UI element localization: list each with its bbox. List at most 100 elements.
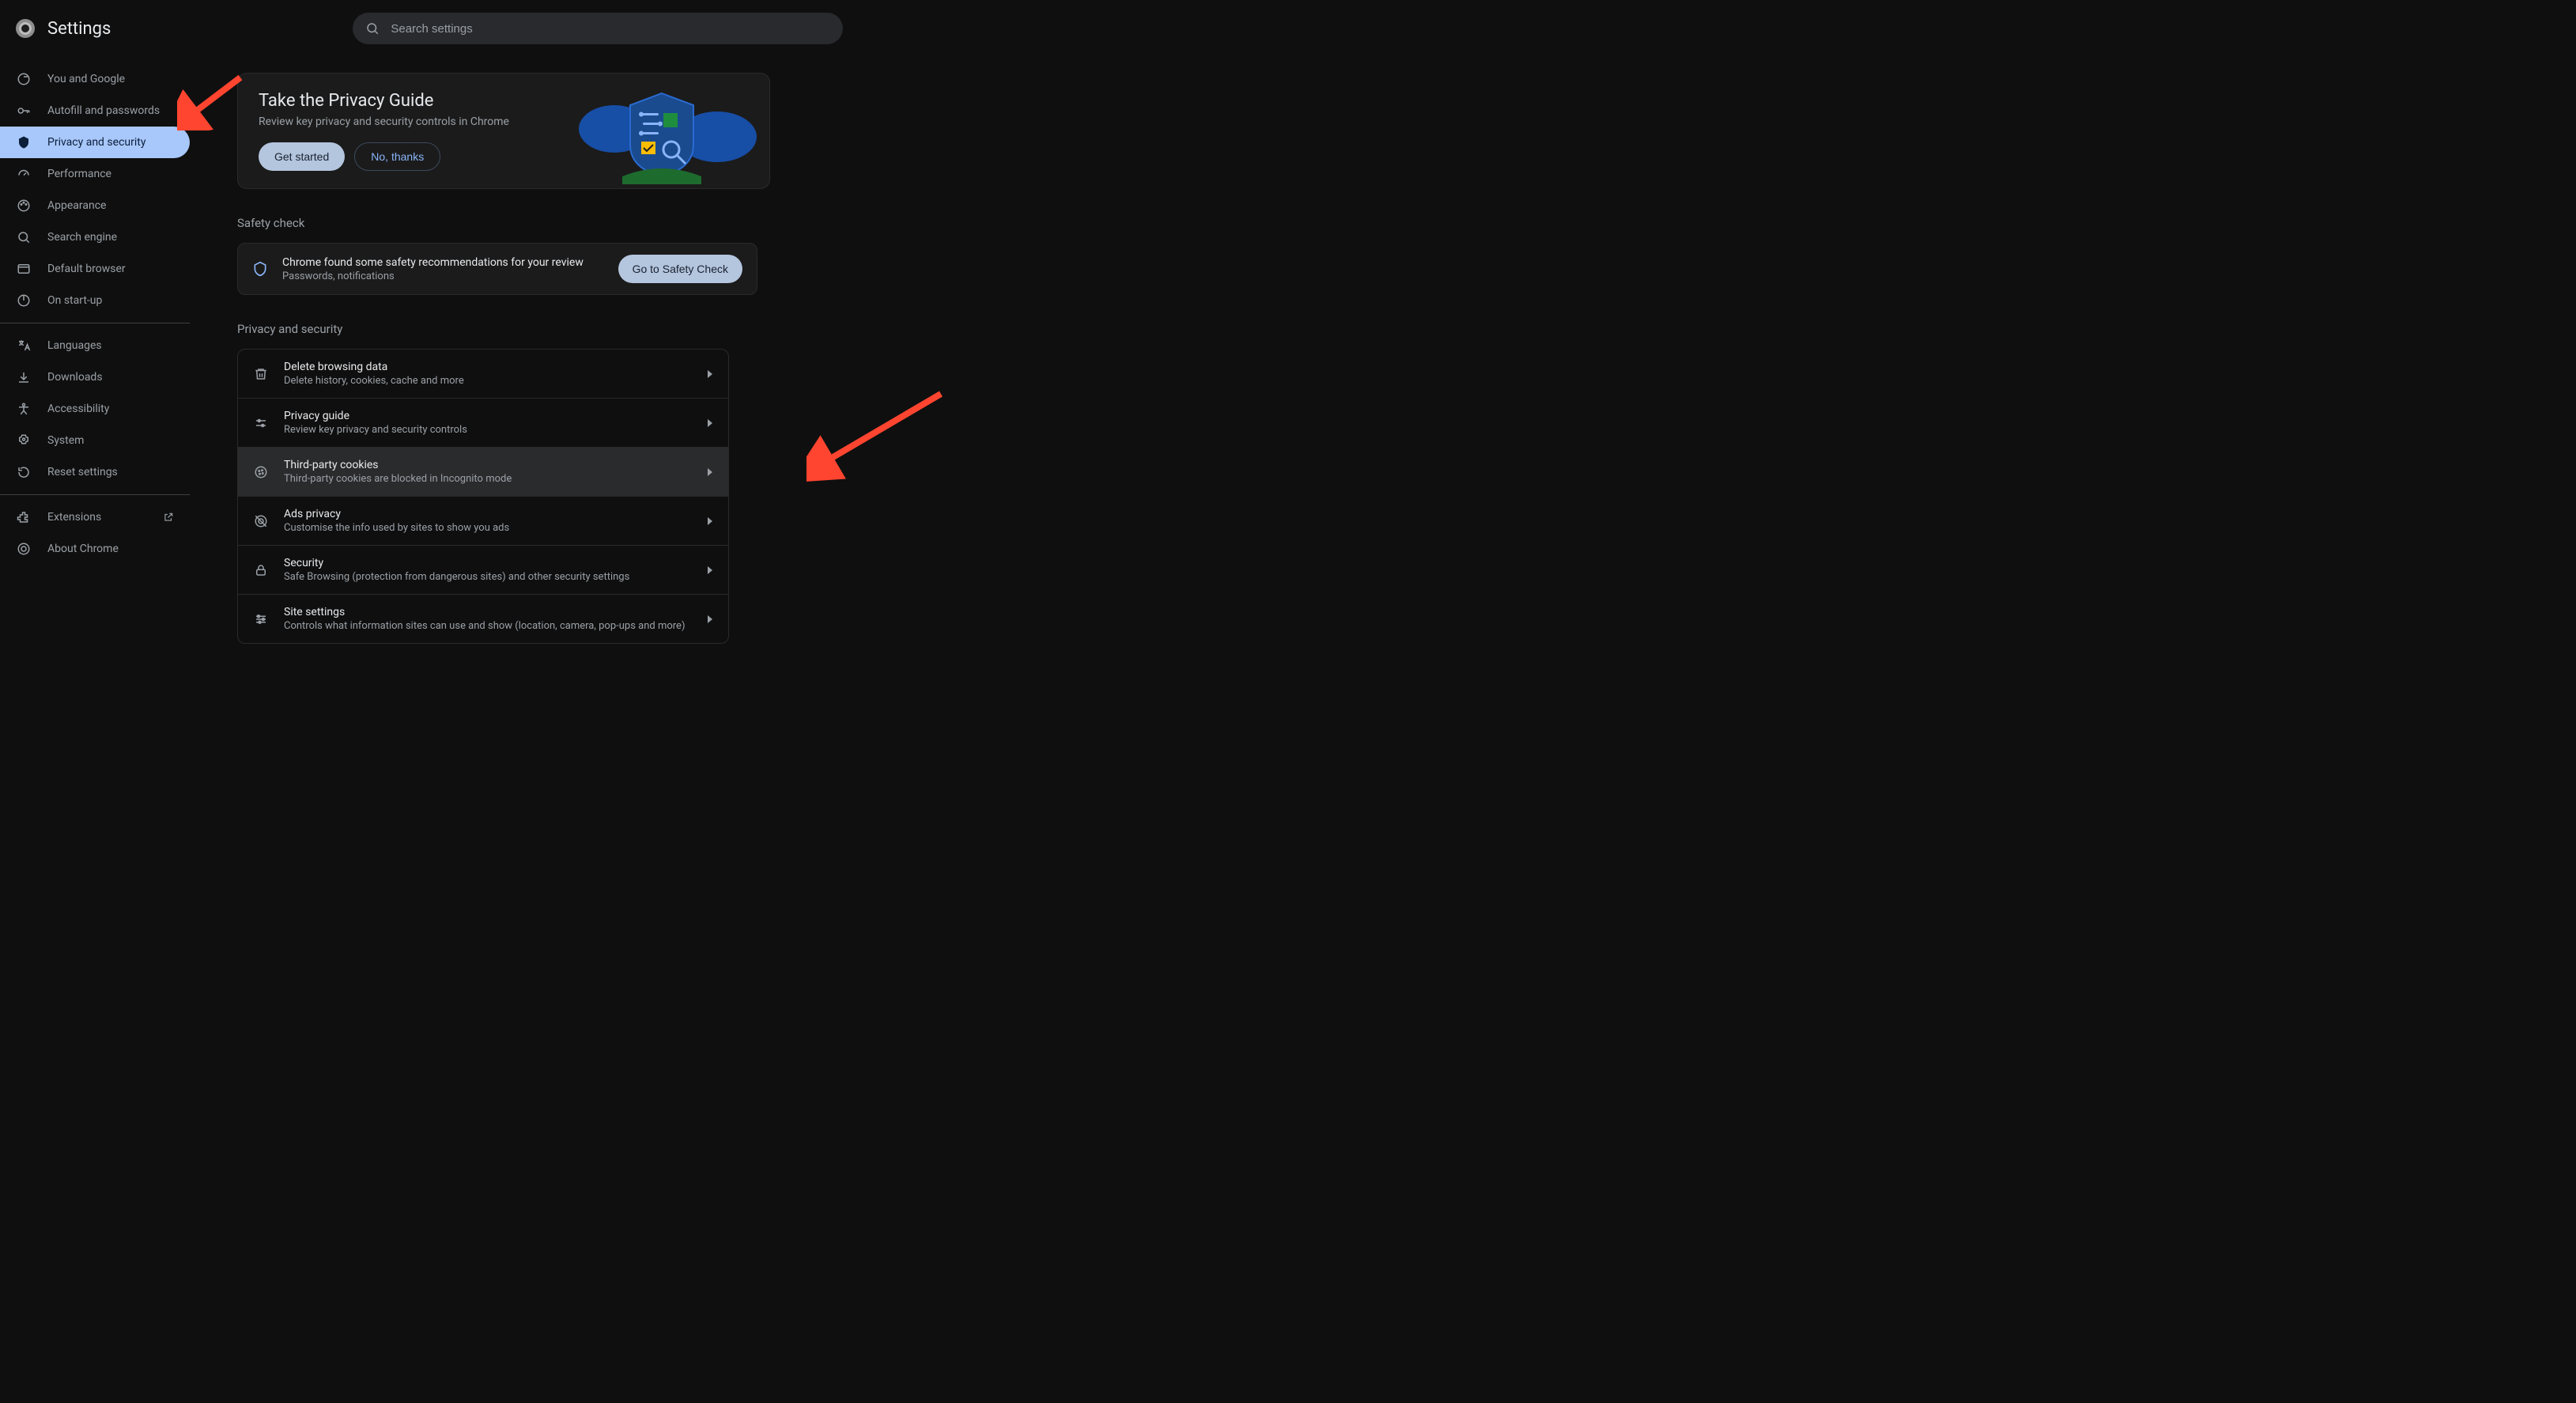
sidebar-item-on-start-up[interactable]: On start-up <box>0 285 190 316</box>
system-icon <box>16 433 32 448</box>
key-icon <box>16 103 32 119</box>
google-icon <box>16 71 32 87</box>
sidebar-divider <box>0 494 190 495</box>
lock-icon <box>252 562 270 579</box>
content: Take the Privacy Guide Review key privac… <box>206 57 2576 1403</box>
chevron-right-icon <box>708 370 714 378</box>
accessibility-icon <box>16 401 32 417</box>
sidebar-item-accessibility[interactable]: Accessibility <box>0 393 190 425</box>
speed-icon <box>16 166 32 182</box>
sidebar-item-system[interactable]: System <box>0 425 190 456</box>
sliders-icon <box>252 414 270 432</box>
trash-icon <box>252 365 270 383</box>
row-subtitle: Safe Browsing (protection from dangerous… <box>284 571 693 583</box>
open-external-icon <box>163 512 174 523</box>
row-subtitle: Controls what information sites can use … <box>284 620 693 632</box>
privacy-guide-illustration-icon <box>567 81 757 184</box>
download-icon <box>16 369 32 385</box>
safety-check-heading: Safety check <box>237 216 727 230</box>
privacy-row-site-settings[interactable]: Site settings Controls what information s… <box>238 595 728 643</box>
sidebar-item-search-engine[interactable]: Search engine <box>0 221 190 253</box>
sidebar-item-performance[interactable]: Performance <box>0 158 190 190</box>
sidebar-item-autofill-and-passwords[interactable]: Autofill and passwords <box>0 95 190 127</box>
browser-icon <box>16 261 32 277</box>
sidebar-item-label: Accessibility <box>47 403 109 415</box>
sidebar-item-label: Reset settings <box>47 466 118 478</box>
sidebar-item-extensions[interactable]: Extensions <box>0 501 190 533</box>
privacy-security-list: Delete browsing data Delete history, cook… <box>237 349 729 644</box>
sidebar-item-downloads[interactable]: Downloads <box>0 361 190 393</box>
chevron-right-icon <box>708 419 714 427</box>
row-text: Third-party cookies Third-party cookies a… <box>284 459 693 485</box>
sidebar-item-you-and-google[interactable]: You and Google <box>0 63 190 95</box>
reset-icon <box>16 464 32 480</box>
sidebar-item-reset-settings[interactable]: Reset settings <box>0 456 190 488</box>
chevron-right-icon <box>708 517 714 525</box>
tune-icon <box>252 611 270 628</box>
shield-icon <box>252 261 268 277</box>
search-settings[interactable] <box>353 13 843 44</box>
search-icon <box>365 21 380 36</box>
row-title: Privacy guide <box>284 410 693 422</box>
sidebar-item-privacy-and-security[interactable]: Privacy and security <box>0 127 190 158</box>
chrome-logo-icon <box>16 19 35 38</box>
row-subtitle: Customise the info used by sites to show… <box>284 522 693 534</box>
sidebar-item-label: Default browser <box>47 263 126 275</box>
chevron-right-icon <box>708 468 714 476</box>
sidebar-item-label: Extensions <box>47 511 101 524</box>
sidebar-item-about-chrome[interactable]: About Chrome <box>0 533 190 565</box>
privacy-row-ads-privacy[interactable]: Ads privacy Customise the info used by si… <box>238 497 728 546</box>
chevron-right-icon <box>708 566 714 574</box>
sidebar-item-label: System <box>47 434 84 447</box>
row-title: Third-party cookies <box>284 459 693 471</box>
sidebar-item-appearance[interactable]: Appearance <box>0 190 190 221</box>
privacy-guide-card: Take the Privacy Guide Review key privac… <box>237 73 770 189</box>
sidebar-item-label: Languages <box>47 339 102 352</box>
safety-line2: Passwords, notifications <box>282 270 604 282</box>
row-title: Security <box>284 557 693 569</box>
sidebar-item-label: Privacy and security <box>47 136 145 149</box>
sidebar-item-label: On start-up <box>47 294 102 307</box>
chevron-right-icon <box>708 615 714 623</box>
privacy-row-security[interactable]: Security Safe Browsing (protection from d… <box>238 546 728 595</box>
privacy-row-privacy-guide[interactable]: Privacy guide Review key privacy and secu… <box>238 399 728 448</box>
settings-app: Settings You and Google Autofill and pass… <box>0 0 2576 1403</box>
sidebar-item-label: Downloads <box>47 371 103 384</box>
sidebar-item-label: About Chrome <box>47 543 119 555</box>
row-text: Privacy guide Review key privacy and secu… <box>284 410 693 436</box>
chrome-icon <box>16 541 32 557</box>
row-subtitle: Review key privacy and security controls <box>284 424 693 436</box>
get-started-button[interactable]: Get started <box>259 142 345 171</box>
sidebar-item-languages[interactable]: Languages <box>0 330 190 361</box>
row-subtitle: Third-party cookies are blocked in Incog… <box>284 473 693 485</box>
sidebar-item-label: Autofill and passwords <box>47 104 160 117</box>
row-subtitle: Delete history, cookies, cache and more <box>284 375 693 387</box>
row-text: Site settings Controls what information s… <box>284 606 693 632</box>
row-text: Ads privacy Customise the info used by si… <box>284 508 693 534</box>
sidebar: You and Google Autofill and passwords Priv… <box>0 57 206 1403</box>
row-title: Site settings <box>284 606 693 618</box>
row-title: Delete browsing data <box>284 361 693 373</box>
sidebar-item-label: Appearance <box>47 199 106 212</box>
no-thanks-button[interactable]: No, thanks <box>354 142 440 171</box>
ads-icon <box>252 512 270 530</box>
privacy-row-delete-browsing-data[interactable]: Delete browsing data Delete history, cook… <box>238 350 728 399</box>
power-icon <box>16 293 32 308</box>
cookie-icon <box>252 463 270 481</box>
privacy-row-third-party-cookies[interactable]: Third-party cookies Third-party cookies a… <box>238 448 728 497</box>
sidebar-item-label: Search engine <box>47 231 117 244</box>
search-icon <box>16 229 32 245</box>
row-title: Ads privacy <box>284 508 693 520</box>
sidebar-item-default-browser[interactable]: Default browser <box>0 253 190 285</box>
safety-text: Chrome found some safety recommendations… <box>282 256 604 282</box>
body: You and Google Autofill and passwords Priv… <box>0 57 2576 1403</box>
privacy-security-heading: Privacy and security <box>237 322 727 336</box>
topbar: Settings <box>0 0 2576 57</box>
translate-icon <box>16 338 32 354</box>
row-text: Security Safe Browsing (protection from d… <box>284 557 693 583</box>
go-to-safety-check-button[interactable]: Go to Safety Check <box>618 255 742 283</box>
search-input[interactable] <box>389 21 830 36</box>
sidebar-item-label: Performance <box>47 168 111 180</box>
search-wrap <box>353 13 843 44</box>
page-title: Settings <box>47 19 111 39</box>
